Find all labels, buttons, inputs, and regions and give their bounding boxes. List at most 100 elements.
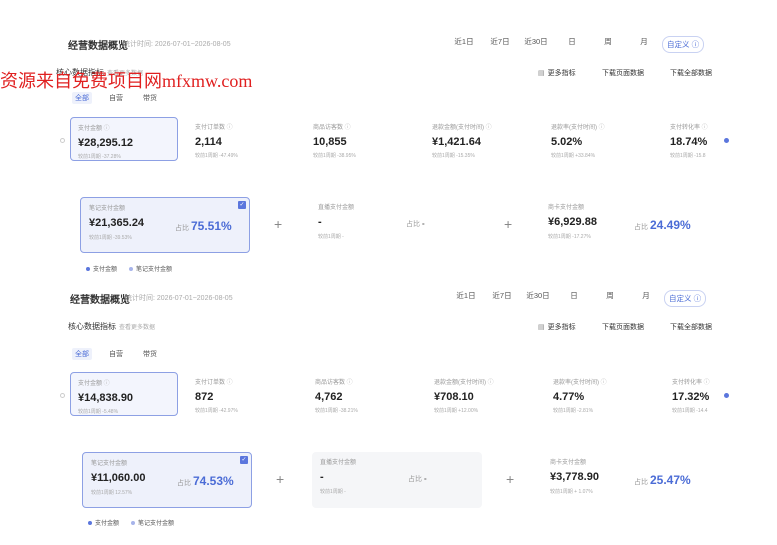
period-30d[interactable]: 近30日 — [518, 36, 554, 53]
ratio-label: 占比 — [175, 225, 189, 232]
metric-pay-amount[interactable]: 支付金额 ¥28,295.12 较前1周期 -37.28% — [70, 117, 178, 161]
ratio-value: 75.51% — [191, 219, 232, 233]
section-hint[interactable]: 查看更多数据 — [119, 325, 155, 331]
metric-value: 872 — [195, 391, 214, 403]
period-selector: 近1日 近7日 近30日 日 周 月 自定义 ⓘ — [446, 36, 705, 53]
legend-label: 笔记支付金额 — [136, 267, 173, 273]
plus-icon: + — [274, 216, 283, 232]
period-week[interactable]: 周 — [590, 36, 626, 53]
scroll-right-icon[interactable] — [724, 138, 729, 143]
download-page-button[interactable]: 下载页面数据 — [602, 322, 644, 332]
scroll-left-icon[interactable] — [60, 138, 65, 143]
tab-affiliate[interactable]: 带货 — [140, 348, 160, 360]
period-1d[interactable]: 近1日 — [446, 36, 482, 53]
legend-label: 笔记支付金额 — [138, 521, 175, 527]
legend-item-pay[interactable]: 支付金额 — [86, 264, 117, 273]
metric-compare: 较前1周期 -14.4 — [672, 408, 708, 414]
download-page-button[interactable]: 下载页面数据 — [602, 68, 644, 78]
metric-refund-amount[interactable]: 退款金额(支付时间) ¥708.10 较前1周期 +12.00% — [427, 372, 527, 416]
card-ratio: 占比 - — [406, 219, 425, 229]
stat-time: 统计时间: 2026-07-01~2026-08-05 — [125, 295, 233, 302]
more-metrics-button[interactable]: 更多指标 — [538, 68, 576, 78]
card-label: 笔记支付金额 — [89, 206, 126, 212]
ratio-label: 占比 — [406, 221, 420, 228]
card-value: - — [320, 471, 324, 483]
subtabs: 全部 自营 带货 — [72, 92, 160, 104]
watermark-text: 资源来自免费项目网mfxmw.com — [0, 71, 253, 91]
period-30d[interactable]: 近30日 — [520, 290, 556, 307]
legend-item-note[interactable]: 笔记支付金额 — [131, 518, 174, 527]
ratio-value: - — [422, 219, 425, 228]
period-7d[interactable]: 近7日 — [484, 290, 520, 307]
metric-visitors[interactable]: 商品访客数 10,855 较前1周期 -38.95% — [306, 117, 406, 161]
card-note-pay[interactable]: ✓ 笔记支付金额 ¥21,365.24 较前1周期 -39.53% 占比 75.5… — [80, 197, 250, 253]
tab-all[interactable]: 全部 — [72, 92, 92, 104]
download-all-button[interactable]: 下载全部数据 — [670, 68, 712, 78]
ratio-label: 占比 — [408, 476, 422, 483]
panel-title: 经营数据概览 — [70, 295, 130, 306]
metric-compare: 较前1周期 -5.48% — [78, 409, 119, 415]
chart-legend: 支付金额 笔记支付金额 — [88, 518, 174, 527]
ratio-label: 占比 — [634, 224, 648, 231]
section-title: 核心数据指标 查看更多数据 — [68, 321, 155, 332]
card-product-pay[interactable]: 商卡支付金额 ¥3,778.90 较前1周期 + 1.07% 占比 25.47% — [542, 452, 720, 508]
more-metrics-button[interactable]: 更多指标 — [538, 322, 576, 332]
card-label: 商卡支付金额 — [550, 460, 587, 466]
scroll-right-icon[interactable] — [724, 393, 729, 398]
metric-visitors[interactable]: 商品访客数 4,762 较前1周期 -38.21% — [308, 372, 408, 416]
plus-icon: + — [506, 471, 515, 487]
card-compare: 较前1周期 12.57% — [91, 490, 133, 496]
metric-refund-rate[interactable]: 退款率(支付时间) 4.77% 较前1周期 -2.81% — [546, 372, 646, 416]
metric-conversion-rate[interactable]: 支付转化率 17.32% 较前1周期 -14.4 — [665, 372, 727, 416]
ratio-value: - — [424, 474, 427, 483]
metric-compare: 较前1周期 -15.35% — [432, 153, 475, 159]
metric-order-count[interactable]: 支付订单数 872 较前1周期 -42.97% — [188, 372, 288, 416]
scroll-left-icon[interactable] — [60, 393, 65, 398]
tab-all[interactable]: 全部 — [72, 348, 92, 360]
metric-conversion-rate[interactable]: 支付转化率 18.74% 较前1周期 -15.8 — [663, 117, 727, 161]
tab-affiliate[interactable]: 带货 — [140, 92, 160, 104]
metric-label: 商品访客数 — [313, 122, 399, 131]
metric-pay-amount[interactable]: 支付金额 ¥14,838.90 较前1周期 -5.48% — [70, 372, 178, 416]
card-ratio: 占比 - — [408, 474, 427, 484]
period-day[interactable]: 日 — [554, 36, 590, 53]
metric-label: 支付转化率 — [672, 377, 720, 386]
metric-label: 退款率(支付时间) — [553, 377, 639, 386]
card-label: 笔记支付金额 — [91, 461, 128, 467]
check-icon: ✓ — [238, 201, 246, 209]
metric-refund-amount[interactable]: 退款金额(支付时间) ¥1,421.64 较前1周期 -15.35% — [425, 117, 525, 161]
metric-value: 17.32% — [672, 391, 710, 403]
metric-label: 支付转化率 — [670, 122, 720, 131]
period-week[interactable]: 周 — [592, 290, 628, 307]
card-compare: 较前1周期 -39.53% — [89, 235, 132, 241]
stat-time: 统计时间: 2026-07-01~2026-08-05 — [123, 41, 231, 48]
period-selector: 近1日 近7日 近30日 日 周 月 自定义 ⓘ — [448, 290, 707, 307]
card-product-pay[interactable]: 商卡支付金额 ¥6,929.88 较前1周期 -17.27% 占比 24.49% — [540, 197, 718, 253]
metric-compare: 较前1周期 -15.8 — [670, 153, 706, 159]
metric-value: 10,855 — [313, 136, 347, 148]
card-live-pay[interactable]: 直播支付金额 - 较前1周期 - 占比 - — [310, 197, 480, 253]
metric-refund-rate[interactable]: 退款率(支付时间) 5.02% 较前1周期 +33.84% — [544, 117, 644, 161]
period-day[interactable]: 日 — [556, 290, 592, 307]
metric-value: 4.77% — [553, 391, 585, 403]
metric-compare: 较前1周期 -47.49% — [195, 153, 238, 159]
legend-dot — [86, 267, 90, 272]
card-live-pay[interactable]: 直播支付金额 - 较前1周期 - 占比 - — [312, 452, 482, 508]
legend-item-note[interactable]: 笔记支付金额 — [129, 264, 172, 273]
period-custom[interactable]: 自定义 ⓘ — [664, 290, 707, 307]
download-all-button[interactable]: 下载全部数据 — [670, 322, 712, 332]
tab-self[interactable]: 自营 — [106, 348, 126, 360]
period-1d[interactable]: 近1日 — [448, 290, 484, 307]
plus-icon: + — [276, 471, 285, 487]
metric-order-count[interactable]: 支付订单数 2,114 较前1周期 -47.49% — [188, 117, 288, 161]
tab-self[interactable]: 自营 — [106, 92, 126, 104]
period-7d[interactable]: 近7日 — [482, 36, 518, 53]
period-custom[interactable]: 自定义 ⓘ — [662, 36, 705, 53]
ratio-value: 24.49% — [650, 218, 691, 232]
period-month[interactable]: 月 — [626, 36, 662, 53]
legend-item-pay[interactable]: 支付金额 — [88, 518, 119, 527]
period-month[interactable]: 月 — [628, 290, 664, 307]
card-note-pay[interactable]: ✓ 笔记支付金额 ¥11,060.00 较前1周期 12.57% 占比 74.53… — [82, 452, 252, 508]
card-ratio: 占比 75.51% — [175, 219, 232, 233]
card-compare: 较前1周期 + 1.07% — [550, 489, 593, 495]
